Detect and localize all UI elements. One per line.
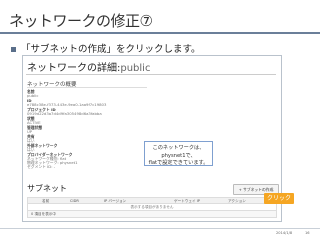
footer-divider	[0, 228, 320, 229]
subnet-section-title: サブネット	[27, 184, 67, 193]
click-indicator-badge: クリック	[264, 193, 294, 204]
detail-value-project-id: 0919d22d3a7d4d9fa305498d6a3fabba	[27, 111, 102, 116]
network-detail-screenshot: ネットワークの詳細:public ネットワークの概要 名前 public ID …	[22, 55, 282, 222]
overview-divider	[27, 87, 147, 88]
footer-date: 2014/1/8	[276, 231, 293, 235]
instruction-text: 「サブネットの作成」をクリックします。	[21, 44, 201, 55]
column-header-cidr[interactable]: CIDR	[70, 199, 79, 203]
callout-line-2: flatで設定できています。	[148, 160, 209, 166]
subnet-table-header: 名前 CIDR IP バージョン ゲートウェイ IP アクション	[27, 197, 277, 204]
callout-line-1: このネットワークは、physnet1で、	[152, 145, 205, 159]
annotation-callout: このネットワークは、physnet1で、 flatで設定できています。	[144, 141, 213, 166]
header-prefix: ネットワークの詳細:	[27, 63, 121, 74]
network-detail-header: ネットワークの詳細:public	[27, 59, 150, 74]
detail-value-segment-id: セグメント ID: -	[27, 164, 56, 169]
bullet-square-icon	[11, 47, 16, 52]
slide-title: ネットワークの修正⑦	[9, 12, 153, 30]
instruction-bullet: 「サブネットの作成」をクリックします。	[11, 41, 201, 55]
subnet-table-empty-row: 表示する項目がありません	[27, 204, 277, 211]
subnet-table-footer: 0 項目を表示中	[27, 211, 277, 218]
network-name: public	[120, 63, 151, 74]
footer-page-number: 16	[305, 231, 310, 235]
header-divider	[26, 74, 276, 75]
title-divider	[0, 32, 320, 34]
